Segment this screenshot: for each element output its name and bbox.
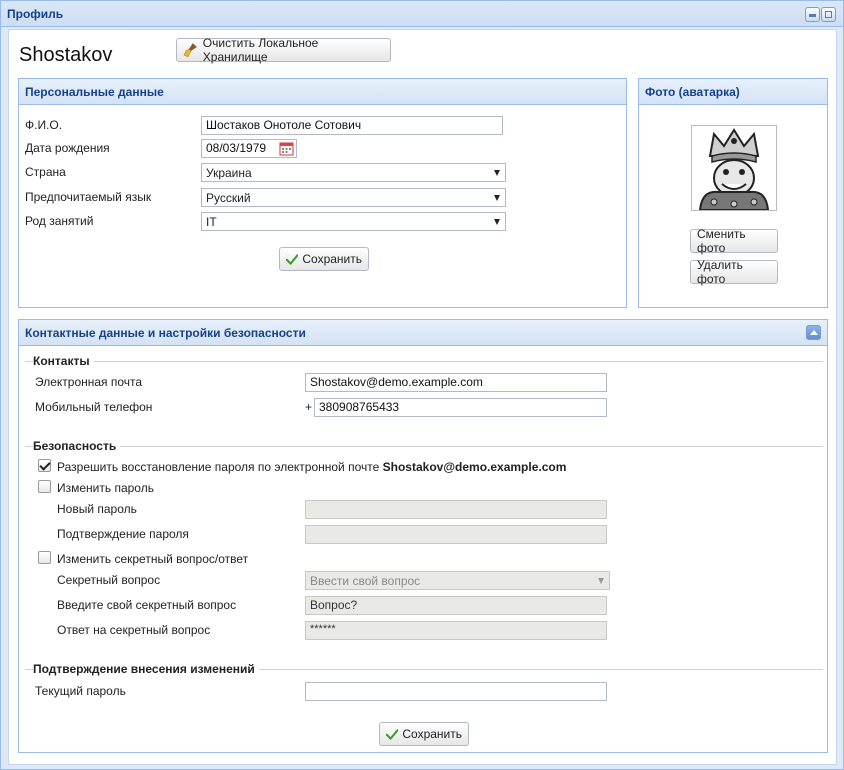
email-field[interactable]: Shostakov@demo.example.com <box>305 373 607 392</box>
contacts-save-button[interactable]: Сохранить <box>379 722 469 746</box>
own-question-field[interactable]: Вопрос? <box>305 596 607 615</box>
phone-field[interactable]: 380908765433 <box>314 398 607 417</box>
change-photo-label: Сменить фото <box>697 227 746 255</box>
photo-panel-header: Фото (аватарка) <box>639 79 827 105</box>
maximize-icon[interactable] <box>821 7 836 22</box>
language-value: Русский <box>206 191 251 205</box>
secret-question-select[interactable]: Ввести свой вопрос <box>305 571 610 590</box>
page-title: Shostakov <box>19 44 113 66</box>
personal-panel-header: Персональные данные <box>19 79 626 105</box>
personal-save-button[interactable]: Сохранить <box>279 247 369 271</box>
occupation-label: Род занятий <box>25 214 94 228</box>
occupation-select[interactable]: IT <box>201 212 506 231</box>
profile-content: Shostakov Очистить Локальное Хранилище П… <box>8 29 837 765</box>
contacts-divider <box>25 361 823 362</box>
photo-panel: Фото (аватарка) Сменить фото Удалить фот… <box>638 78 828 308</box>
country-select[interactable]: Украина <box>201 163 506 182</box>
secret-answer-field[interactable]: ****** <box>305 621 607 640</box>
email-label: Электронная почта <box>35 375 143 389</box>
country-label: Страна <box>25 165 66 179</box>
new-password-label: Новый пароль <box>57 502 137 516</box>
profile-window: Профиль Shostakov Очистить Локальное Хра… <box>0 0 844 770</box>
contacts-save-label: Сохранить <box>402 727 462 741</box>
personal-panel-title: Персональные данные <box>25 85 164 99</box>
collapse-icon[interactable] <box>806 325 821 340</box>
allow-recovery-checkbox[interactable] <box>38 459 51 472</box>
allow-recovery-text: Разрешить восстановление пароля по элект… <box>57 460 380 474</box>
change-password-checkbox[interactable] <box>38 480 51 493</box>
confirm-password-label: Подтверждение пароля <box>57 527 189 541</box>
contacts-security-panel: Контактные данные и настройки безопаснос… <box>18 319 828 753</box>
current-password-field[interactable] <box>305 682 607 701</box>
change-photo-button[interactable]: Сменить фото <box>690 227 778 255</box>
current-password-label: Текущий пароль <box>35 684 126 698</box>
contacts-legend: Контакты <box>33 354 94 368</box>
confirm-password-field[interactable] <box>305 525 607 544</box>
own-question-label: Введите свой секретный вопрос <box>57 598 237 612</box>
occupation-value: IT <box>206 215 217 229</box>
personal-save-label: Сохранить <box>302 252 362 266</box>
broom-icon <box>183 43 197 58</box>
change-secret-checkbox[interactable] <box>38 551 51 564</box>
clear-local-storage-button[interactable]: Очистить Локальное Хранилище <box>176 36 391 64</box>
chevron-down-icon <box>494 219 500 225</box>
new-password-field[interactable] <box>305 500 607 519</box>
window-title: Профиль <box>7 7 64 21</box>
secret-question-value: Ввести свой вопрос <box>310 574 421 588</box>
language-label: Предпочитаемый язык <box>25 190 152 204</box>
allow-recovery-label: Разрешить восстановление пароля по элект… <box>57 460 566 474</box>
chevron-down-icon <box>494 195 500 201</box>
confirm-legend: Подтверждение внесения изменений <box>33 662 259 676</box>
photo-panel-title: Фото (аватарка) <box>645 85 740 99</box>
phone-label: Мобильный телефон <box>35 400 153 414</box>
phone-prefix: + <box>305 400 313 414</box>
allow-recovery-email: Shostakov@demo.example.com <box>382 460 567 474</box>
security-divider <box>25 446 823 447</box>
clear-local-storage-label: Очистить Локальное Хранилище <box>202 36 319 64</box>
delete-photo-button[interactable]: Удалить фото <box>690 258 778 286</box>
checkmark-icon <box>286 254 299 265</box>
country-value: Украина <box>206 166 252 180</box>
security-legend: Безопасность <box>33 439 121 453</box>
window-titlebar: Профиль <box>1 1 843 27</box>
fio-field[interactable]: Шостаков Онотоле Сотович <box>201 116 503 135</box>
avatar <box>691 125 777 211</box>
fio-label: Ф.И.О. <box>25 118 63 132</box>
calendar-icon[interactable] <box>279 141 294 156</box>
chevron-down-icon <box>598 578 604 584</box>
secret-answer-label: Ответ на секретный вопрос <box>57 623 211 637</box>
language-select[interactable]: Русский <box>201 188 506 207</box>
birth-date-field[interactable]: 08/03/1979 <box>201 139 297 158</box>
change-password-label: Изменить пароль <box>57 481 154 495</box>
birth-date-label: Дата рождения <box>25 141 110 155</box>
contacts-panel-header: Контактные данные и настройки безопаснос… <box>19 320 827 346</box>
delete-photo-label: Удалить фото <box>697 258 743 286</box>
king-avatar-image <box>692 126 776 211</box>
personal-data-panel: Персональные данные Ф.И.О. Шостаков Онот… <box>18 78 627 308</box>
birth-date-value: 08/03/1979 <box>206 141 267 155</box>
change-secret-label: Изменить секретный вопрос/ответ <box>57 552 249 566</box>
contacts-panel-title: Контактные данные и настройки безопаснос… <box>25 326 306 340</box>
secret-question-label: Секретный вопрос <box>57 573 161 587</box>
minimize-icon[interactable] <box>805 7 820 22</box>
chevron-down-icon <box>494 170 500 176</box>
checkmark-icon <box>386 729 399 740</box>
